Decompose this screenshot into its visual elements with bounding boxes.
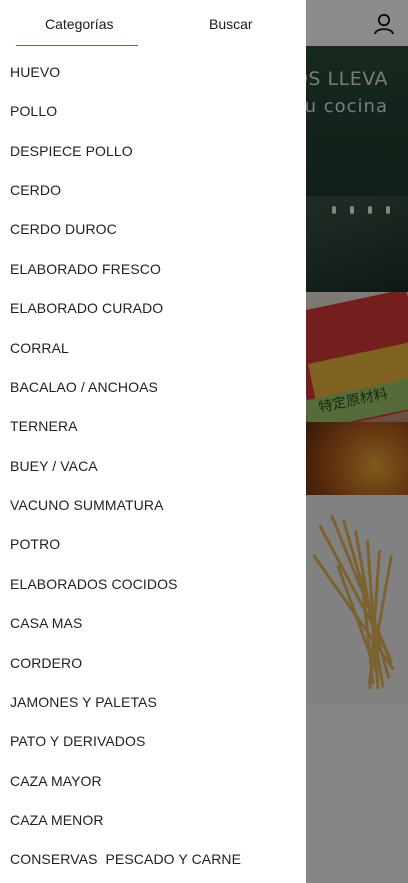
category-item-elaborado-fresco[interactable]: ELABORADO FRESCO	[10, 261, 161, 277]
category-item-jamones-y-paletas[interactable]: JAMONES Y PALETAS	[10, 694, 157, 710]
tab-buscar[interactable]: Buscar	[209, 16, 253, 32]
app-screen: IOS LLEVA u cocina 特定原材料 Categorías Busc…	[0, 0, 408, 883]
category-item-caza-mayor[interactable]: CAZA MAYOR	[10, 773, 102, 789]
category-item-huevo[interactable]: HUEVO	[10, 64, 60, 80]
navigation-drawer: Categorías Buscar HUEVO POLLO DESPIECE P…	[0, 0, 306, 883]
category-item-vacuno-summatura[interactable]: VACUNO SUMMATURA	[10, 497, 164, 513]
category-item-ternera[interactable]: TERNERA	[10, 418, 78, 434]
category-item-casa-mas[interactable]: CASA MAS	[10, 615, 82, 631]
category-item-despiece-pollo[interactable]: DESPIECE POLLO	[10, 143, 133, 159]
active-tab-indicator	[16, 45, 138, 46]
category-item-elaborado-curado[interactable]: ELABORADO CURADO	[10, 300, 163, 316]
category-item-buey-vaca[interactable]: BUEY / VACA	[10, 458, 98, 474]
category-item-corral[interactable]: CORRAL	[10, 340, 69, 356]
category-item-elaborados-cocidos[interactable]: ELABORADOS COCIDOS	[10, 576, 178, 592]
category-item-cerdo-duroc[interactable]: CERDO DUROC	[10, 221, 117, 237]
category-item-potro[interactable]: POTRO	[10, 536, 60, 552]
category-item-conservas-pescado-y-carne[interactable]: CONSERVAS PESCADO Y CARNE	[10, 851, 241, 867]
drawer-tabs: Categorías Buscar	[0, 0, 306, 47]
category-item-bacalao-anchoas[interactable]: BACALAO / ANCHOAS	[10, 379, 158, 395]
category-item-cerdo[interactable]: CERDO	[10, 182, 61, 198]
category-item-cordero[interactable]: CORDERO	[10, 655, 82, 671]
tab-categorias[interactable]: Categorías	[45, 16, 113, 32]
category-item-caza-menor[interactable]: CAZA MENOR	[10, 812, 104, 828]
category-item-pato-y-derivados[interactable]: PATO Y DERIVADOS	[10, 733, 145, 749]
category-item-pollo[interactable]: POLLO	[10, 103, 57, 119]
